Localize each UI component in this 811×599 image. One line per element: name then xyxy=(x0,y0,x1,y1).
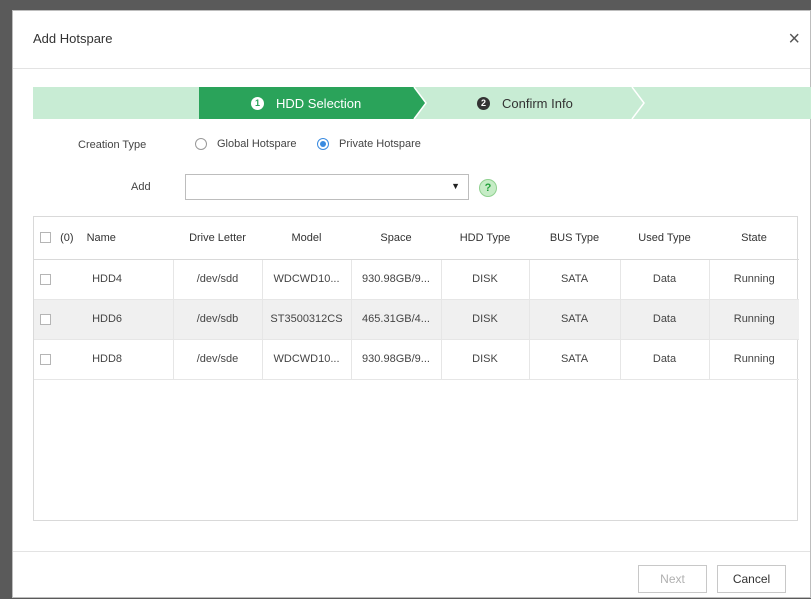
step-label: HDD Selection xyxy=(276,95,362,111)
row-checkbox[interactable] xyxy=(40,313,51,325)
cell-bus-type: SATA xyxy=(529,299,621,340)
cancel-button[interactable]: Cancel xyxy=(717,565,786,593)
column-header-bus-type: BUS Type xyxy=(529,217,620,260)
column-header-hdd-type: HDD Type xyxy=(441,217,529,260)
table-row[interactable]: HDD4 /dev/sdd WDCWD10... 930.98GB/9... D… xyxy=(34,259,799,300)
wizard-step-hdd-selection: 1 HDD Selection xyxy=(251,87,361,119)
dialog-titlebar: Add Hotspare × xyxy=(13,11,810,69)
add-select[interactable]: ▼ xyxy=(185,174,469,200)
cell-hdd-type: DISK xyxy=(441,339,530,380)
cell-drive-letter: /dev/sdb xyxy=(173,299,263,340)
column-header-drive-letter: Drive Letter xyxy=(173,217,262,260)
creation-type-label: Creation Type xyxy=(78,139,147,151)
wizard-tail-segment xyxy=(632,87,811,119)
next-button[interactable]: Next xyxy=(638,565,707,593)
cell-name: HDD4 xyxy=(34,259,174,300)
cell-used-type: Data xyxy=(620,299,710,340)
cell-used-type: Data xyxy=(620,339,710,380)
radio-icon xyxy=(195,138,207,150)
cell-model: WDCWD10... xyxy=(262,339,352,380)
cell-space: 930.98GB/9... xyxy=(351,339,442,380)
wizard-bar xyxy=(33,87,811,119)
cell-bus-type: SATA xyxy=(529,259,621,300)
selected-count: (0) xyxy=(60,231,74,244)
cell-model: WDCWD10... xyxy=(262,259,352,300)
close-icon[interactable]: × xyxy=(788,29,800,49)
radio-label: Global Hotspare xyxy=(217,138,297,150)
column-header-used-type: Used Type xyxy=(620,217,709,260)
wizard-steps: 1 HDD Selection 2 Confirm Info xyxy=(33,87,811,119)
hdd-table: (0) Name Drive Letter Model Space HDD Ty… xyxy=(33,216,799,521)
dialog-footer: Next Cancel xyxy=(13,551,810,599)
step-number-icon: 1 xyxy=(251,96,264,110)
cell-state: Running xyxy=(709,259,799,300)
column-header-state: State xyxy=(709,217,799,260)
table-row[interactable]: HDD8 /dev/sde WDCWD10... 930.98GB/9... D… xyxy=(34,339,799,380)
add-label: Add xyxy=(131,181,151,193)
wizard-lead-segment xyxy=(33,87,199,119)
cell-space: 465.31GB/4... xyxy=(351,299,442,340)
column-header-model: Model xyxy=(262,217,351,260)
cell-hdd-type: DISK xyxy=(441,299,530,340)
cell-hdd-type: DISK xyxy=(441,259,530,300)
row-checkbox[interactable] xyxy=(40,273,51,285)
radio-label: Private Hotspare xyxy=(339,138,421,150)
cell-bus-type: SATA xyxy=(529,339,621,380)
radio-global-hotspare[interactable]: Global Hotspare xyxy=(195,138,297,150)
row-checkbox[interactable] xyxy=(40,353,51,365)
cell-name-text: HDD6 xyxy=(92,313,123,325)
cell-drive-letter: /dev/sdd xyxy=(173,259,263,300)
radio-private-hotspare[interactable]: Private Hotspare xyxy=(317,138,421,150)
cell-drive-letter: /dev/sde xyxy=(173,339,263,380)
table-header-row: (0) Name Drive Letter Model Space HDD Ty… xyxy=(34,217,799,260)
add-hotspare-dialog: Add Hotspare × 1 HDD Selection 2 Confirm… xyxy=(12,10,811,598)
cell-state: Running xyxy=(709,339,799,380)
select-all-checkbox[interactable] xyxy=(40,232,51,244)
dialog-title: Add Hotspare xyxy=(33,31,113,46)
table-row[interactable]: HDD6 /dev/sdb ST3500312CS 465.31GB/4... … xyxy=(34,299,799,340)
step-label: Confirm Info xyxy=(502,95,573,111)
step-number-icon: 2 xyxy=(477,96,490,110)
cell-space: 930.98GB/9... xyxy=(351,259,442,300)
column-header-space: Space xyxy=(351,217,441,260)
cell-name: HDD6 xyxy=(34,299,174,340)
column-header-name: Name xyxy=(86,231,116,244)
header-select-name: (0) Name xyxy=(34,217,173,260)
wizard-step-confirm-info: 2 Confirm Info xyxy=(477,87,573,119)
cell-name: HDD8 xyxy=(34,339,174,380)
radio-selected-icon xyxy=(317,138,329,150)
cell-name-text: HDD8 xyxy=(92,353,123,365)
cell-name-text: HDD4 xyxy=(92,273,123,285)
cell-used-type: Data xyxy=(620,259,710,300)
dropdown-arrow-icon: ▼ xyxy=(451,181,460,191)
cell-state: Running xyxy=(709,299,799,340)
cell-model: ST3500312CS xyxy=(262,299,352,340)
help-icon[interactable]: ? xyxy=(479,179,497,197)
